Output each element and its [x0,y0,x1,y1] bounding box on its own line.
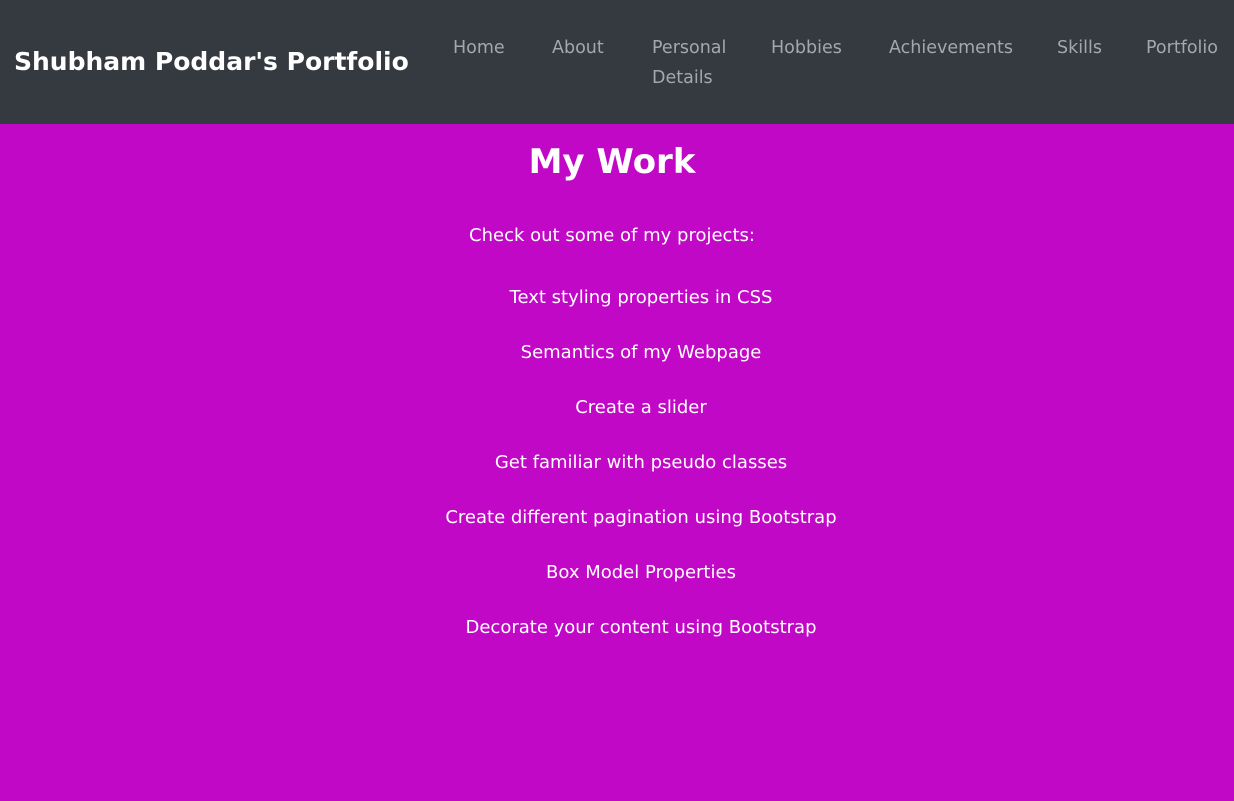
intro-text: Check out some of my projects: [469,225,755,246]
project-link[interactable]: Decorate your content using Bootstrap [465,617,816,638]
list-item: Create different pagination using Bootst… [48,506,1234,530]
nav-link-about[interactable]: About [552,33,604,63]
nav-link-home[interactable]: Home [453,33,505,63]
project-link[interactable]: Create different pagination using Bootst… [445,507,836,528]
nav-link-skills[interactable]: Skills [1057,33,1102,63]
project-link[interactable]: Semantics of my Webpage [521,342,762,363]
list-item: Semantics of my Webpage [48,341,1234,365]
page-title: My Work [528,142,696,182]
navbar: Shubham Poddar's Portfolio Home About Pe… [0,0,1234,124]
project-link[interactable]: Get familiar with pseudo classes [495,452,787,473]
portfolio-section: My Work Check out some of my projects: T… [0,124,1234,801]
list-item: Text styling properties in CSS [48,286,1234,310]
nav-link-achievements[interactable]: Achievements [889,33,1013,63]
nav-link-portfolio[interactable]: Portfolio [1146,33,1218,63]
list-item: Box Model Properties [48,561,1234,585]
project-link[interactable]: Create a slider [575,397,707,418]
project-link[interactable]: Box Model Properties [546,562,736,583]
nav-link-personal-details[interactable]: Personal Details [652,33,732,93]
project-link[interactable]: Text styling properties in CSS [510,287,773,308]
list-item: Decorate your content using Bootstrap [48,616,1234,640]
project-list: Text styling properties in CSS Semantics… [0,286,1234,671]
list-item: Get familiar with pseudo classes [48,451,1234,475]
brand-link[interactable]: Shubham Poddar's Portfolio [14,43,409,81]
list-item: Create a slider [48,396,1234,420]
nav-link-hobbies[interactable]: Hobbies [771,33,842,63]
